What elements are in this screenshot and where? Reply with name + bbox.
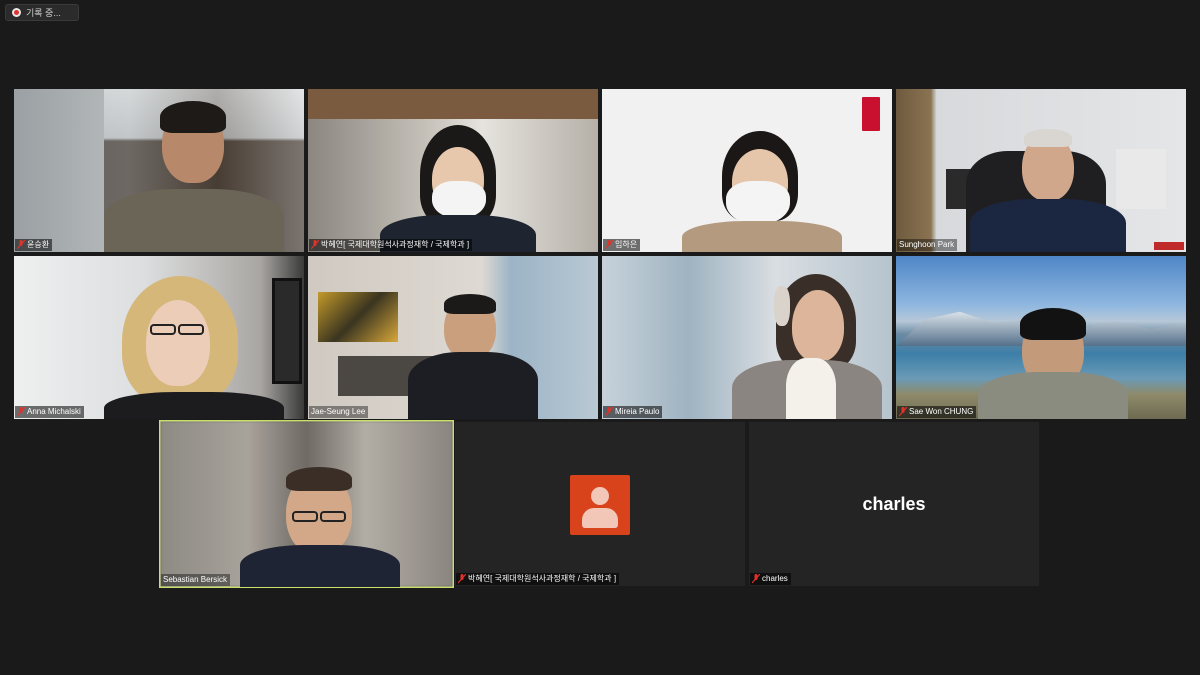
participant-name-label: Mireia Paulo [603, 406, 663, 418]
mic-muted-icon [605, 407, 613, 417]
participant-name-label: Jae-Seung Lee [309, 406, 369, 418]
participant-name-label: 임하은 [603, 239, 641, 251]
video-tile-3[interactable]: 임하은 [602, 89, 892, 252]
video-tile-7[interactable]: Mireia Paulo [602, 256, 892, 419]
participant-name-label: Sunghoon Park [897, 239, 958, 251]
mic-muted-icon [458, 574, 466, 584]
video-tile-1[interactable]: 윤승환 [14, 89, 304, 252]
mic-muted-icon [605, 240, 613, 250]
university-logo [862, 97, 880, 131]
participant-name-label: Sae Won CHUNG [897, 406, 977, 418]
participant-name-label: 박혜연[ 국제대학원석사과정재학 / 국제학과 ] [456, 573, 620, 585]
participant-name-label: charles [750, 573, 791, 585]
name-only-tile[interactable]: charles charles [749, 422, 1039, 586]
participant-name-label: 박혜연[ 국제대학원석사과정재학 / 국제학과 ] [309, 239, 473, 251]
mic-muted-icon [899, 407, 907, 417]
participant-name-label: Sebastian Bersick [161, 574, 231, 586]
mic-muted-icon [752, 574, 760, 584]
participant-display-name: charles [862, 494, 926, 514]
video-tile-8[interactable]: Sae Won CHUNG [896, 256, 1186, 419]
desk-object [1154, 242, 1184, 250]
video-tile-4[interactable]: Sunghoon Park [896, 89, 1186, 252]
recording-label: 기록 중... [26, 8, 61, 18]
participant-name-label: 윤승환 [15, 239, 53, 251]
video-tile-5[interactable]: Anna Michalski [14, 256, 304, 419]
video-tile-2[interactable]: 박혜연[ 국제대학원석사과정재학 / 국제학과 ] [308, 89, 598, 252]
mic-muted-icon [17, 240, 25, 250]
wall-painting [318, 292, 398, 342]
record-icon [12, 8, 21, 17]
avatar-tile[interactable]: 박혜연[ 국제대학원석사과정재학 / 국제학과 ] [455, 422, 745, 586]
mic-muted-icon [311, 240, 319, 250]
video-tile-active-speaker[interactable]: Sebastian Bersick [159, 420, 454, 588]
default-avatar-icon [570, 475, 630, 535]
participant-name-label: Anna Michalski [15, 406, 84, 418]
mic-muted-icon [17, 407, 25, 417]
video-tile-6[interactable]: Jae-Seung Lee [308, 256, 598, 419]
recording-indicator[interactable]: 기록 중... [5, 4, 79, 21]
